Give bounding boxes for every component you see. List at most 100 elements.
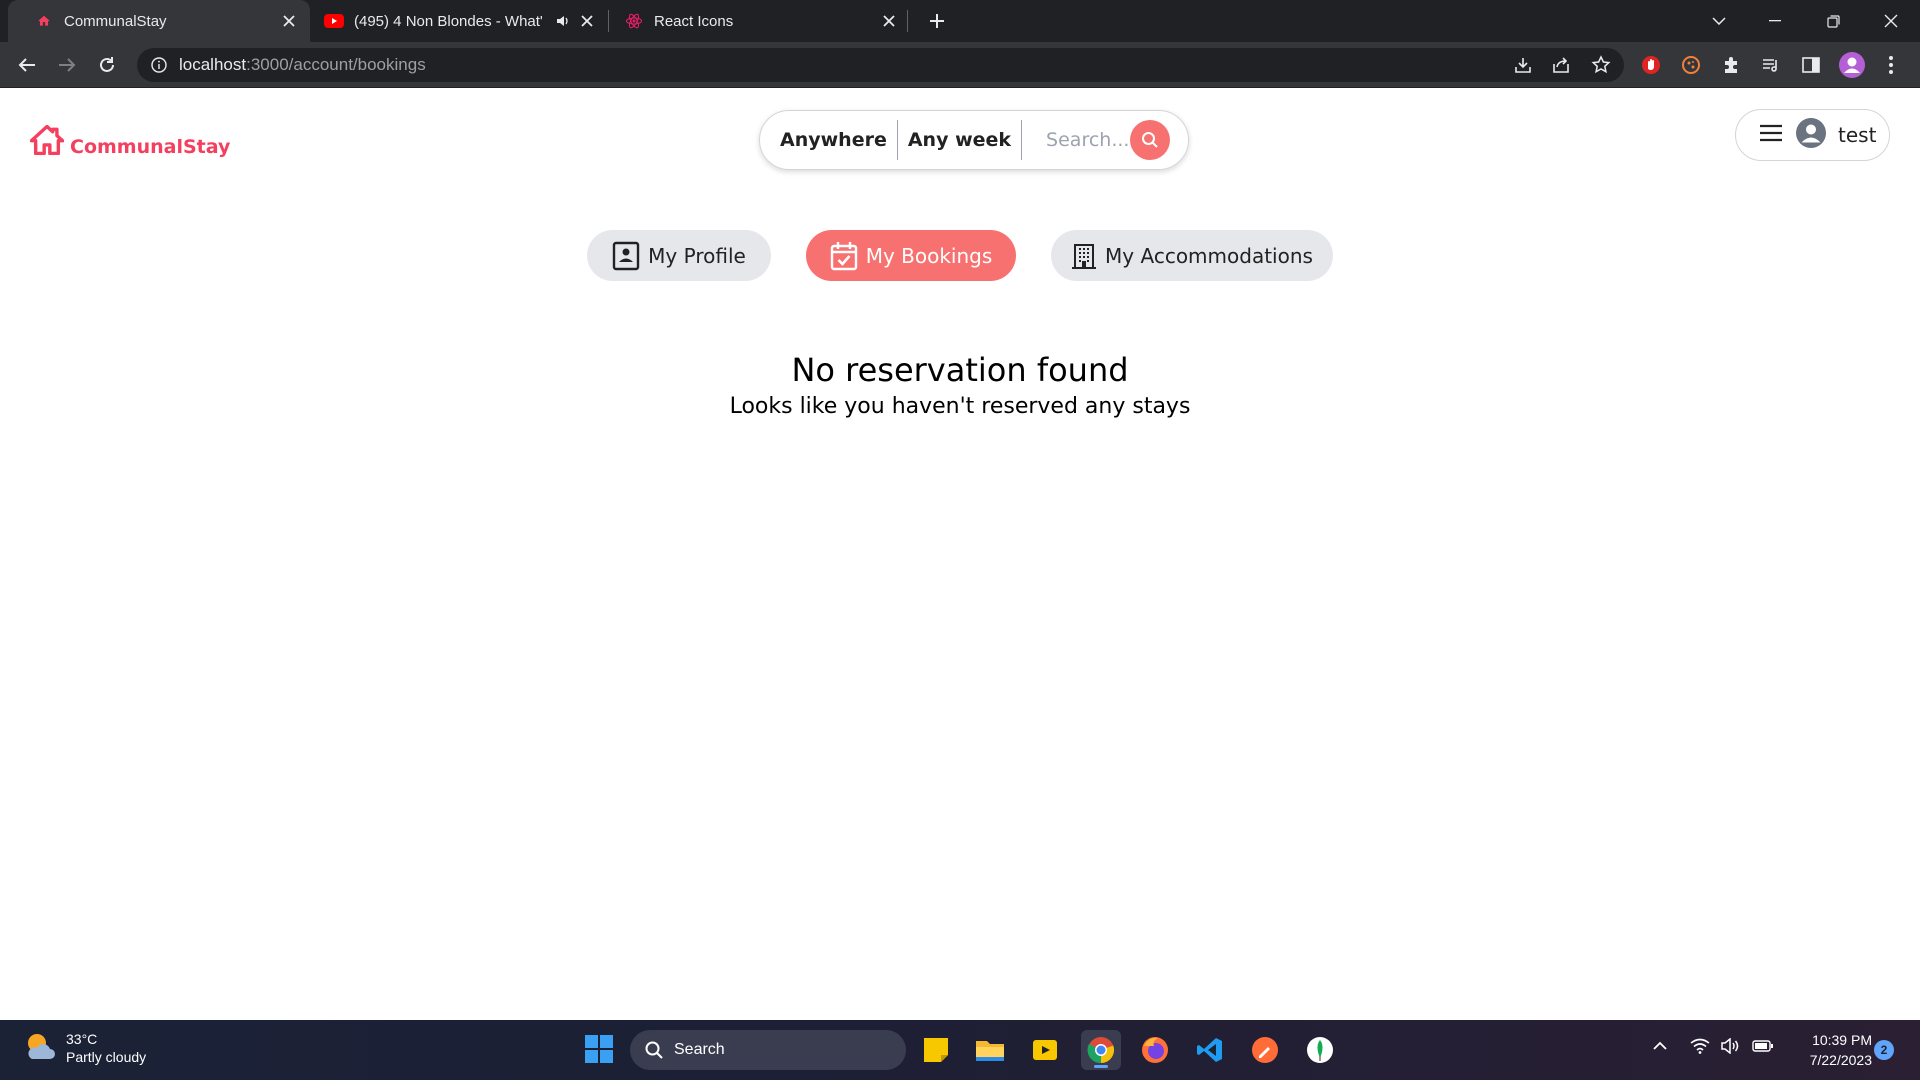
vscode-icon: [1197, 1038, 1222, 1062]
notification-badge[interactable]: 2: [1874, 1040, 1894, 1060]
tab-youtube[interactable]: (495) 4 Non Blondes - What': [310, 0, 608, 42]
any-week-filter[interactable]: Any week: [898, 129, 1021, 151]
browser-tab-bar: CommunalStay (495) 4 Non Blondes - What'…: [0, 0, 1920, 42]
firefox-icon: [1142, 1037, 1168, 1063]
chrome-icon: [1087, 1037, 1115, 1064]
youtube-icon: [324, 11, 344, 31]
profile-icon: [612, 241, 640, 271]
empty-state-subtitle: Looks like you haven't reserved any stay…: [729, 394, 1191, 419]
nav-my-profile[interactable]: My Profile: [587, 230, 771, 281]
close-window-button[interactable]: [1863, 0, 1919, 42]
nav-label: My Profile: [648, 243, 746, 268]
empty-state-title: No reservation found: [791, 351, 1129, 389]
building-icon: [1071, 242, 1097, 270]
tab-title: React Icons: [654, 12, 734, 30]
weather-text: 33°C Partly cloudy: [66, 1030, 146, 1066]
search-bar[interactable]: Anywhere Any week Search...: [759, 110, 1189, 170]
chevron-up-icon[interactable]: [1652, 1041, 1668, 1051]
battery-icon[interactable]: [1752, 1040, 1774, 1052]
home-icon: [34, 11, 54, 31]
browser-toolbar: localhost:3000/account/bookings: [0, 42, 1920, 88]
brand-logo[interactable]: CommunalStay: [29, 124, 230, 160]
search-input[interactable]: Search...: [1046, 129, 1130, 151]
clock-time: 10:39 PM: [1812, 1032, 1872, 1048]
weather-widget[interactable]: 33°C Partly cloudy: [24, 1030, 146, 1066]
nav-label: My Bookings: [865, 243, 993, 268]
tab-search-button[interactable]: [1691, 0, 1747, 42]
search-icon: [1142, 132, 1158, 148]
back-button[interactable]: [10, 48, 44, 82]
clock-date: 7/22/2023: [1809, 1052, 1872, 1068]
cookie-icon[interactable]: [1677, 51, 1705, 79]
url-host: localhost: [179, 55, 247, 74]
search-button[interactable]: [1130, 120, 1170, 160]
info-icon[interactable]: [149, 55, 169, 75]
reload-button[interactable]: [90, 48, 124, 82]
side-panel-icon[interactable]: [1797, 51, 1825, 79]
clock[interactable]: 10:39 PM 7/22/2023: [1782, 1030, 1872, 1070]
react-icon: [624, 11, 644, 31]
weather-desc: Partly cloudy: [66, 1049, 147, 1065]
extensions-puzzle-icon[interactable]: [1717, 51, 1745, 79]
folder-icon: [976, 1041, 1004, 1061]
mongodb-icon: [1307, 1037, 1333, 1063]
install-icon[interactable]: [1509, 51, 1537, 79]
user-name: test: [1838, 123, 1877, 147]
minimize-button[interactable]: [1747, 0, 1803, 42]
search-icon: [644, 1040, 664, 1060]
hamburger-menu-icon: [1760, 124, 1782, 147]
taskbar-search-label: Search: [674, 1041, 725, 1058]
firefox-app[interactable]: [1135, 1030, 1175, 1070]
windows-taskbar: 33°C Partly cloudy Search 10:39 PM 7/22/…: [0, 1020, 1920, 1080]
calendar-check-icon: [830, 241, 858, 271]
start-button[interactable]: [584, 1034, 614, 1069]
media-player-app[interactable]: [1025, 1030, 1065, 1070]
tab-communalstay[interactable]: CommunalStay: [8, 0, 310, 42]
forward-button[interactable]: [50, 48, 84, 82]
close-icon[interactable]: [576, 10, 598, 32]
system-tray: [1652, 1038, 1774, 1054]
speaker-icon[interactable]: [552, 10, 574, 32]
close-icon[interactable]: [878, 10, 900, 32]
windows-logo-icon: [585, 1035, 613, 1063]
new-tab-button[interactable]: [922, 6, 952, 36]
file-explorer-app[interactable]: [970, 1030, 1010, 1070]
url-text: localhost:3000/account/bookings: [179, 55, 426, 75]
weather-temp: 33°C: [66, 1031, 98, 1047]
restore-button[interactable]: [1805, 0, 1861, 42]
divider: [1021, 120, 1023, 160]
user-menu-button[interactable]: test: [1735, 109, 1890, 161]
browser-menu-icon[interactable]: [1877, 51, 1905, 79]
profile-avatar-icon[interactable]: [1838, 51, 1866, 79]
postman-icon: [1252, 1037, 1278, 1063]
nav-label: My Accommodations: [1105, 243, 1313, 268]
share-icon[interactable]: [1547, 51, 1575, 79]
postman-app[interactable]: [1245, 1030, 1285, 1070]
home-icon: [29, 124, 65, 160]
nav-my-bookings[interactable]: My Bookings: [806, 230, 1016, 281]
user-avatar-icon: [1796, 117, 1826, 153]
media-player-icon: [1033, 1040, 1057, 1060]
vscode-app[interactable]: [1190, 1030, 1230, 1070]
extension-red-icon[interactable]: [1637, 51, 1665, 79]
url-path: :3000/account/bookings: [246, 55, 426, 74]
page-content: CommunalStay Anywhere Any week Search...…: [0, 89, 1920, 1020]
sticky-notes-app[interactable]: [916, 1030, 956, 1070]
volume-icon[interactable]: [1720, 1038, 1740, 1054]
bookmark-star-icon[interactable]: [1587, 51, 1615, 79]
tab-react-icons[interactable]: React Icons: [610, 0, 910, 42]
taskbar-search[interactable]: Search: [630, 1030, 906, 1070]
sticky-notes-icon: [924, 1038, 948, 1062]
chrome-app[interactable]: [1081, 1030, 1121, 1070]
tab-title: CommunalStay: [64, 12, 167, 30]
nav-my-accommodations[interactable]: My Accommodations: [1051, 230, 1333, 281]
media-queue-icon[interactable]: [1757, 51, 1785, 79]
wifi-icon[interactable]: [1690, 1038, 1710, 1054]
anywhere-filter[interactable]: Anywhere: [760, 129, 897, 151]
tab-separator: [608, 10, 609, 32]
address-bar[interactable]: localhost:3000/account/bookings: [137, 48, 1624, 82]
tab-title: (495) 4 Non Blondes - What': [354, 12, 543, 30]
close-icon[interactable]: [278, 10, 300, 32]
mongodb-app[interactable]: [1300, 1030, 1340, 1070]
tab-separator: [907, 10, 908, 32]
